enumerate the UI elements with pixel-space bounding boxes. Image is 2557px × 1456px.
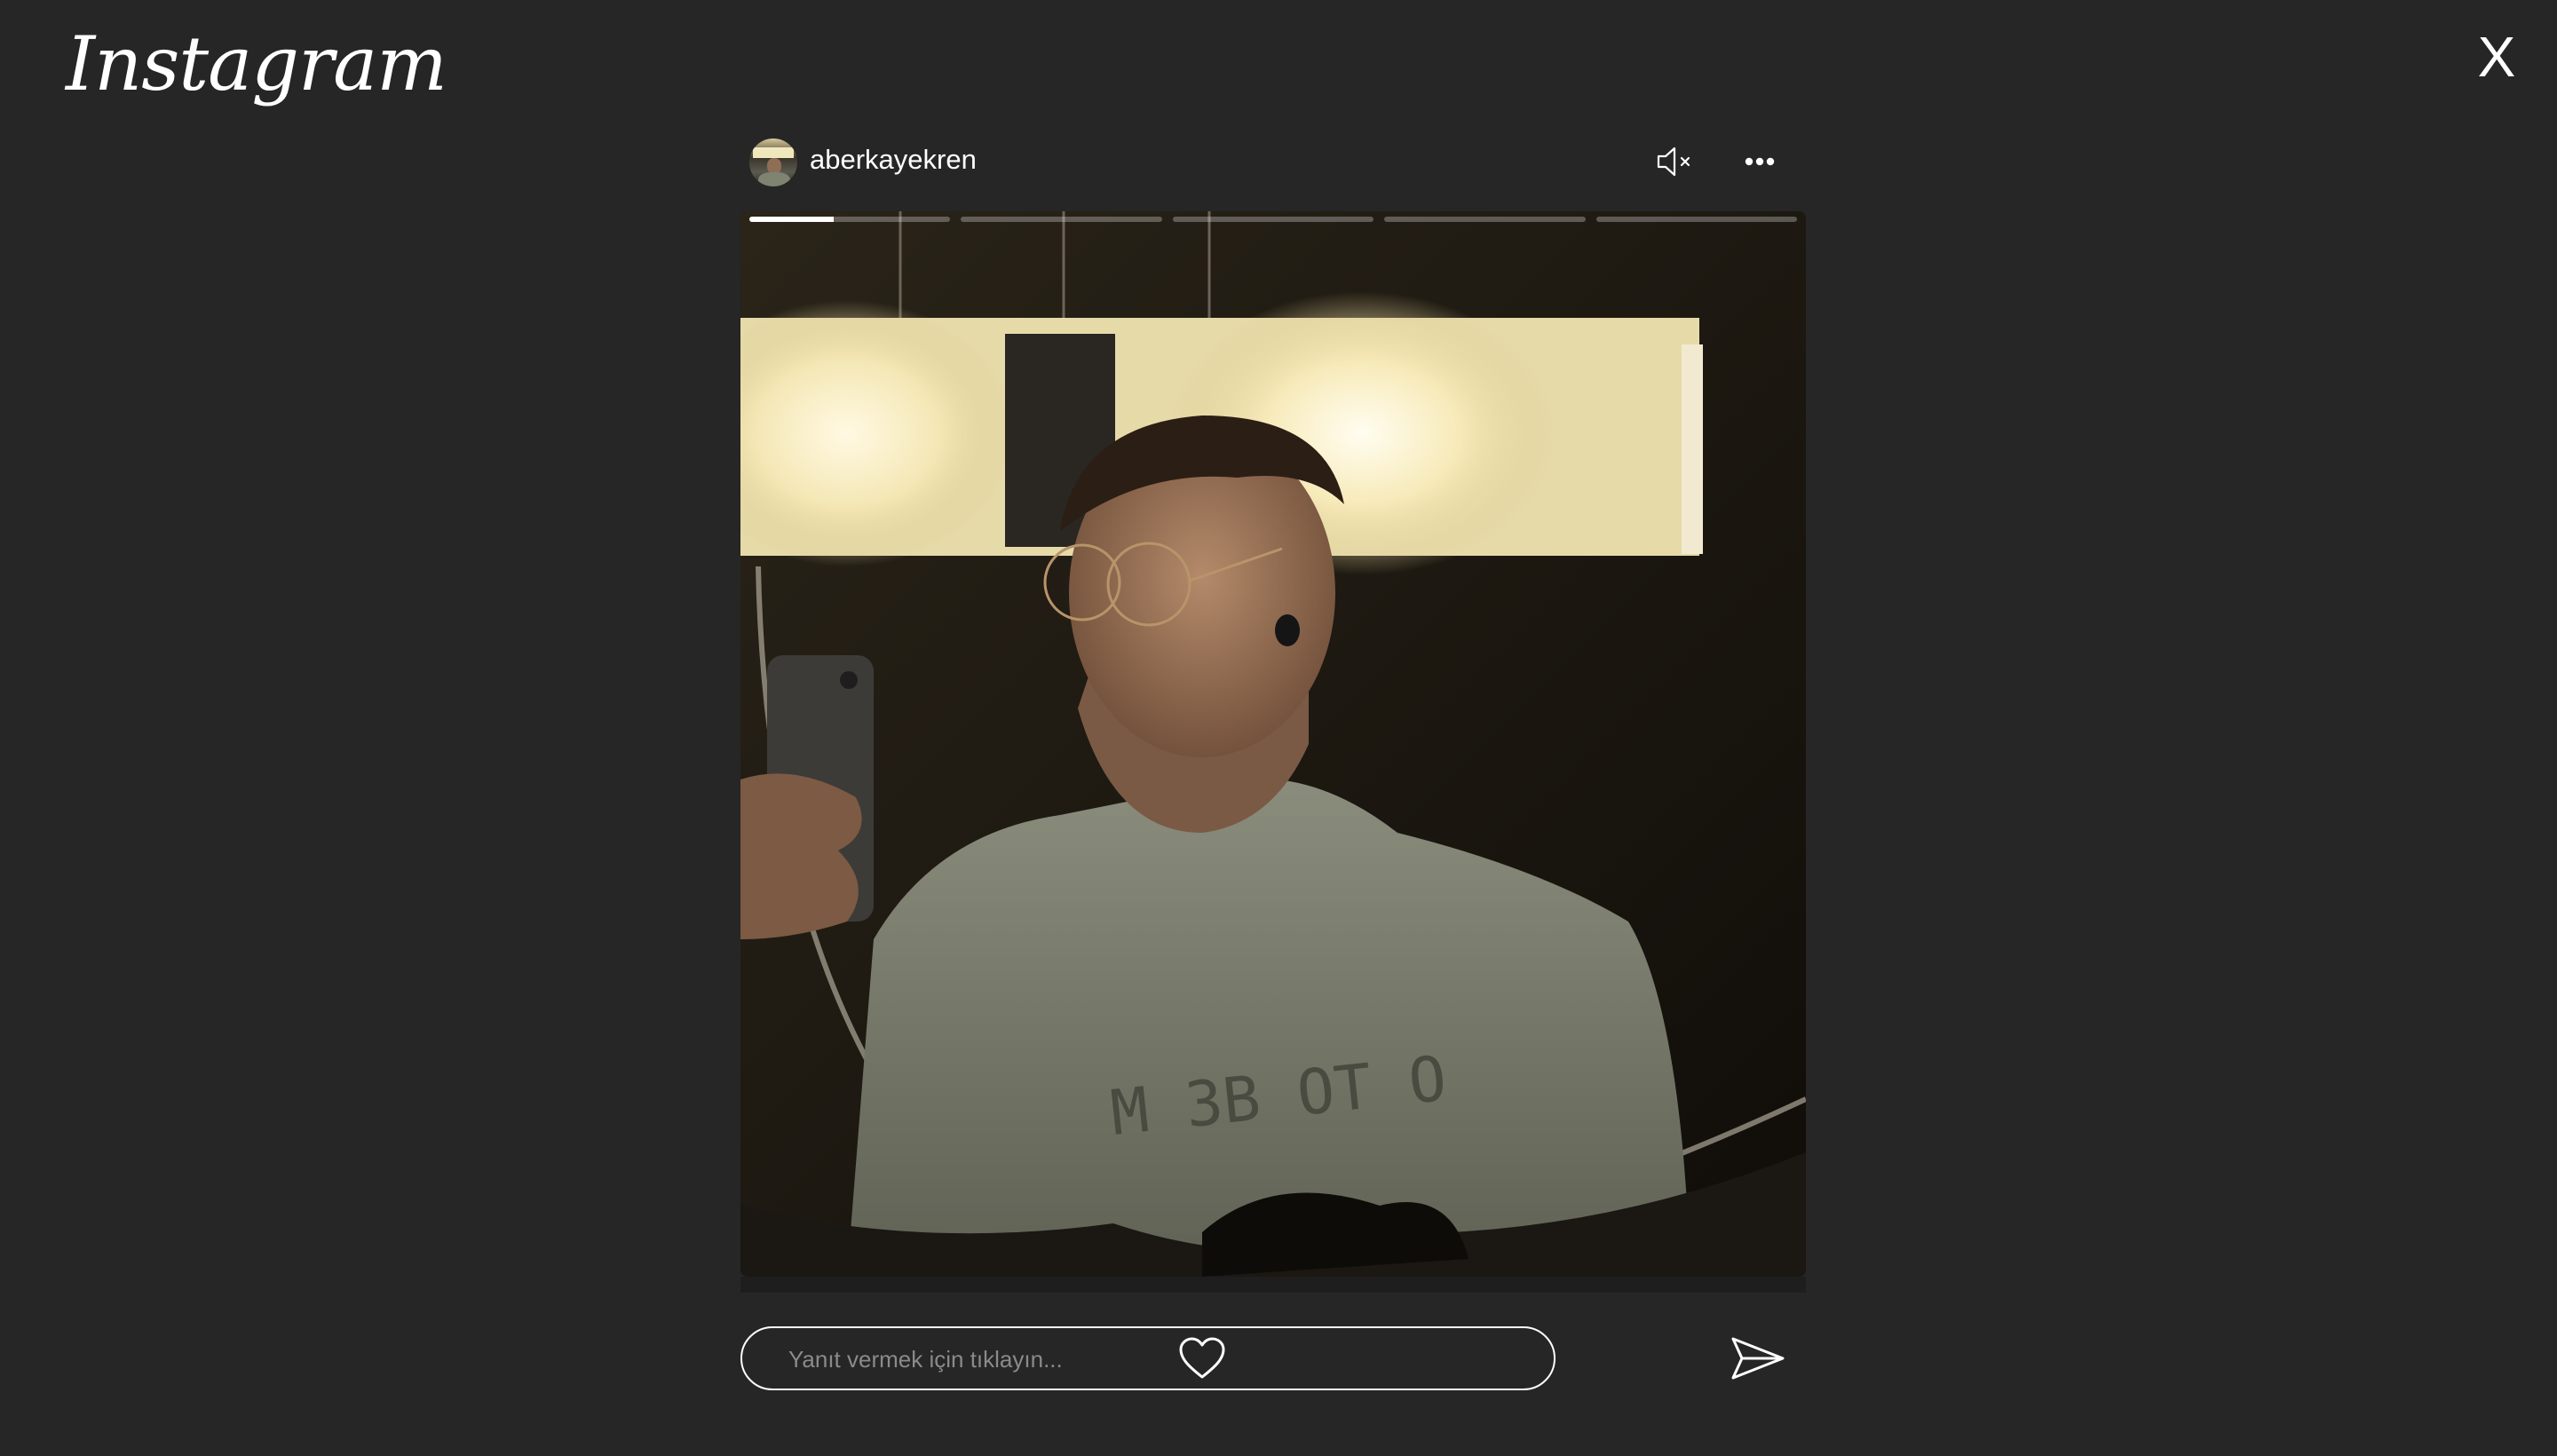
progress-segment (1384, 217, 1586, 222)
story-media[interactable]: M 3B OT O (740, 211, 1806, 1277)
avatar[interactable] (749, 138, 797, 186)
progress-segment (1172, 217, 1374, 222)
story-header: aberkayekren (740, 133, 1806, 197)
instagram-logo[interactable]: Instagram (66, 16, 447, 101)
progress-segment (961, 217, 1162, 222)
story-username[interactable]: aberkayekren (810, 142, 977, 178)
story-container: aberkayekren M 3B OT O Yanıt vermek için… (740, 133, 1806, 1390)
media-bottom-strip (740, 1277, 1806, 1293)
progress-segment (1595, 217, 1798, 222)
progress-segment (749, 217, 951, 222)
story-viewer: Instagram X aberkayekren M 3B OT O Yanıt… (0, 0, 2557, 1456)
reply-bar[interactable] (740, 1326, 1556, 1390)
send-button[interactable] (1730, 1333, 1786, 1383)
heart-icon (1179, 1337, 1225, 1379)
story-photo: M 3B OT O (740, 211, 1806, 1277)
more-horizontal-icon (1745, 157, 1775, 166)
like-button[interactable] (1177, 1335, 1227, 1381)
progress-segment-fill (749, 217, 835, 222)
close-button[interactable]: X (2466, 27, 2527, 87)
speaker-muted-icon (1657, 146, 1690, 177)
story-progress-bar (749, 217, 1798, 222)
reply-input[interactable] (787, 1328, 1181, 1390)
send-icon (1731, 1337, 1785, 1380)
mute-button[interactable] (1653, 140, 1696, 183)
more-options-button[interactable] (1738, 144, 1781, 179)
